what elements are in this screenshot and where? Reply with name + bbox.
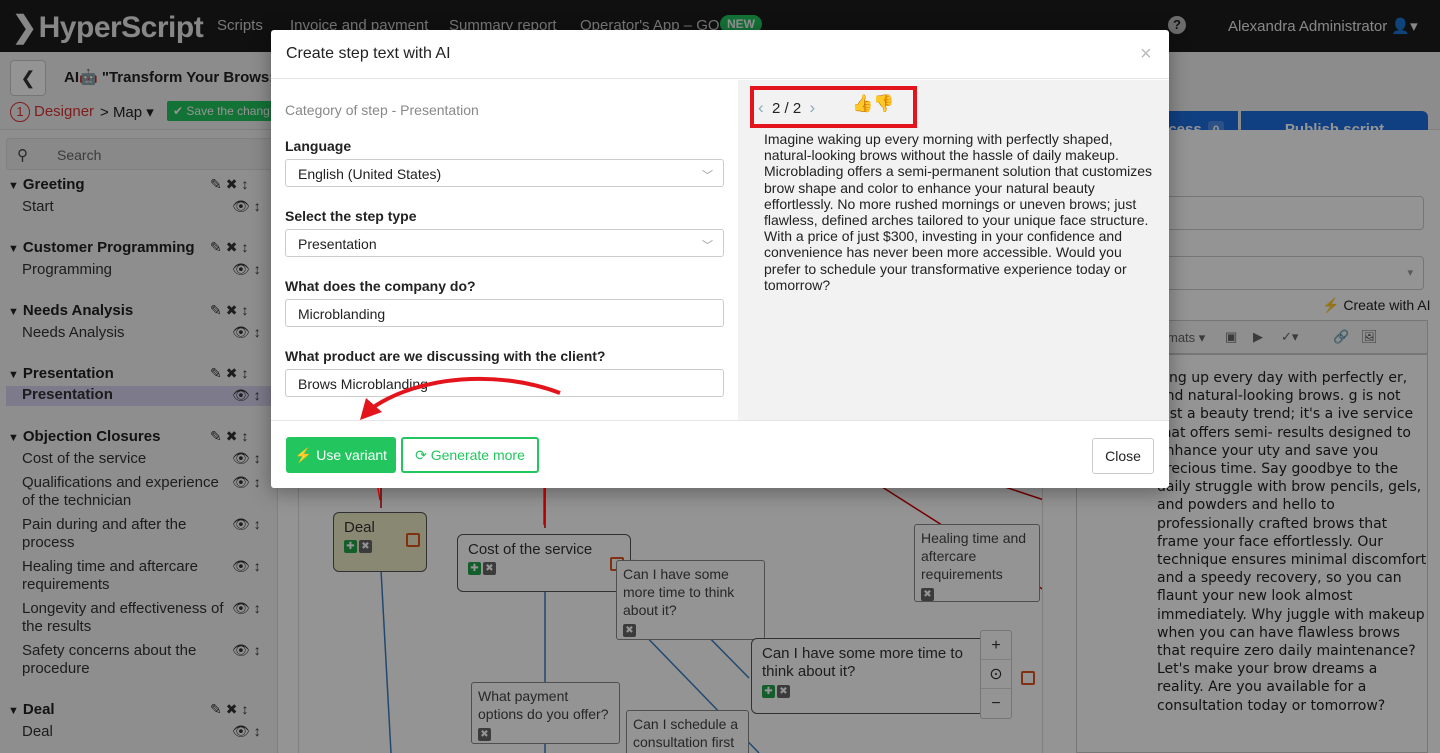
highlight-box [750,86,917,128]
close-button[interactable]: Close [1092,438,1154,474]
ai-form: Category of step - Presentation Language… [271,80,738,420]
language-label: Language [285,138,352,154]
product-label: What product are we discussing with the … [285,348,606,364]
refresh-icon: ⟳ [415,447,427,463]
language-select[interactable]: English (United States) ﹀ [285,159,724,187]
variant-preview: ‹ 2 / 2 › 👍👎 Imagine waking up every mor… [738,80,1169,420]
use-variant-button[interactable]: ⚡ Use variant [286,437,396,473]
steptype-label: Select the step type [285,208,417,224]
generate-more-button[interactable]: ⟳ Generate more [401,437,539,473]
company-input[interactable]: Microblanding [285,299,724,327]
steptype-select[interactable]: Presentation ﹀ [285,229,724,257]
scroll-fade [271,405,738,420]
chevron-down-icon: ﹀ [702,240,713,252]
chevron-down-icon: ﹀ [702,170,713,182]
company-label: What does the company do? [285,278,476,294]
dialog-header: Create step text with AI × [271,30,1169,79]
ai-step-text-dialog: Create step text with AI × Category of s… [271,30,1169,488]
step-category: Category of step - Presentation [285,102,479,118]
product-input[interactable]: Brows Microblanding [285,369,724,397]
dialog-footer: ⚡ Use variant ⟳ Generate more Close [271,420,1169,488]
dialog-title: Create step text with AI [286,45,451,62]
variant-text: Imagine waking up every morning with per… [764,131,1153,293]
bolt-icon: ⚡ [294,447,313,463]
close-icon[interactable]: × [1140,43,1152,66]
